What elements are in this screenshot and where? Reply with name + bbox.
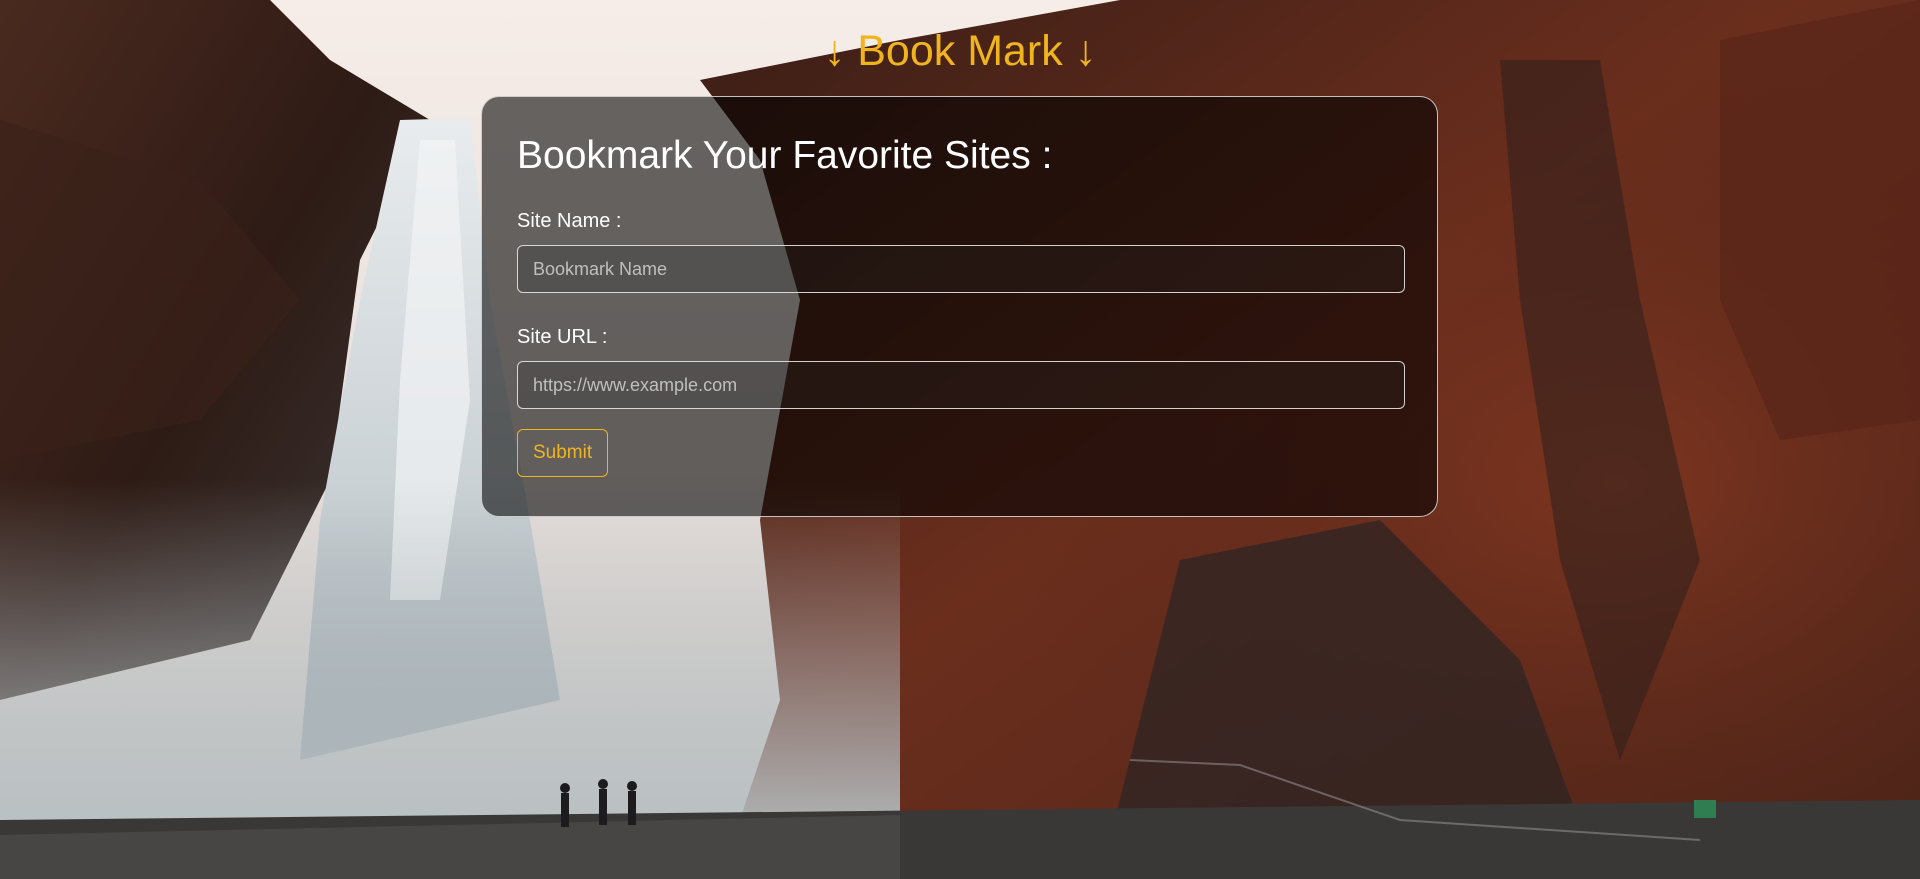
submit-button[interactable]: Submit <box>517 429 609 477</box>
site-url-input[interactable] <box>517 361 1405 409</box>
page-background: ↓ Book Mark ↓ Bookmark Your Favorite Sit… <box>0 0 1920 879</box>
bookmark-form-card: Bookmark Your Favorite Sites : Site Name… <box>481 96 1438 517</box>
form-heading: Bookmark Your Favorite Sites : <box>517 134 1053 177</box>
site-url-label: Site URL : <box>517 326 608 348</box>
site-name-label: Site Name : <box>517 210 622 232</box>
site-name-input[interactable] <box>517 245 1405 293</box>
site-title: ↓ Book Mark ↓ <box>823 27 1097 75</box>
